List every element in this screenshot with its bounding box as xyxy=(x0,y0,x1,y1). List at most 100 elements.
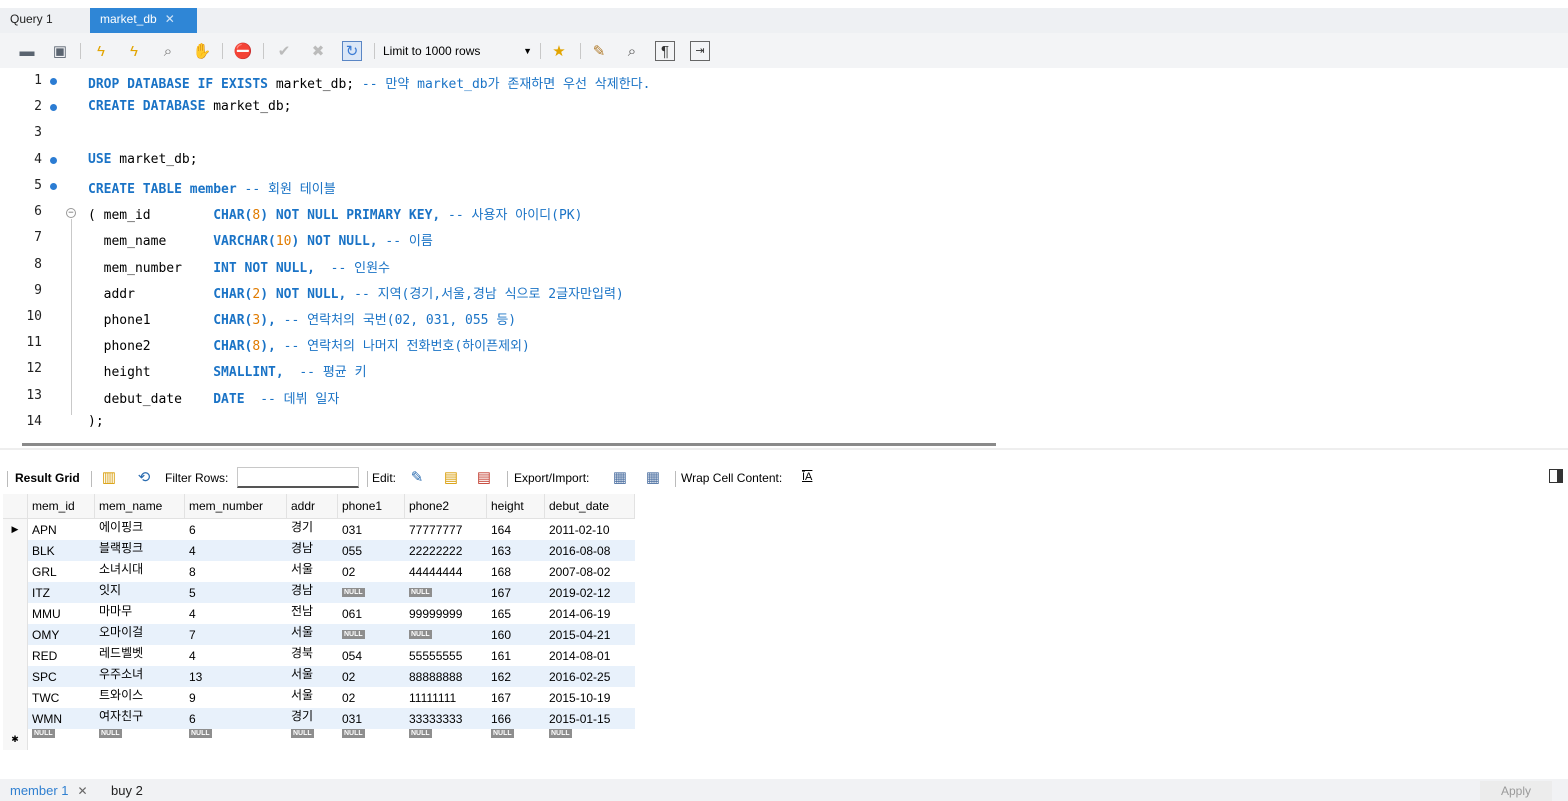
table-cell[interactable]: 우주소녀 xyxy=(94,666,185,687)
table-cell[interactable]: 트와이스 xyxy=(95,687,185,708)
table-cell[interactable]: 4 xyxy=(185,645,287,666)
execute-icon[interactable]: ϟ xyxy=(91,41,111,61)
table-cell[interactable]: 166 xyxy=(486,708,545,729)
invisible-chars-icon[interactable]: ¶ xyxy=(655,41,675,61)
table-cell[interactable]: 031 xyxy=(337,708,405,729)
table-cell[interactable]: 13 xyxy=(184,666,287,687)
table-cell[interactable]: 2007-08-02 xyxy=(545,561,635,582)
sql-editor[interactable]: 1 2 3 4 5 6 7 8 9 10 11 12 13 14 − DROP … xyxy=(0,68,1568,440)
toggle-side-panel-icon[interactable] xyxy=(1549,469,1563,483)
table-cell[interactable]: 88888888 xyxy=(404,666,487,687)
table-cell[interactable]: NULL xyxy=(405,729,487,750)
stop-icon[interactable]: ✋ xyxy=(192,41,212,61)
table-cell[interactable]: 163 xyxy=(486,540,545,561)
table-cell[interactable]: 서울 xyxy=(287,561,338,582)
table-cell[interactable]: ITZ xyxy=(27,582,95,603)
column-header[interactable]: mem_name xyxy=(94,494,185,519)
table-row[interactable]: GRL 소녀시대 8 서울 02 44444444 168 2007-08-02 xyxy=(3,561,635,582)
row-header[interactable]: ▶ xyxy=(3,518,28,540)
table-cell[interactable]: 054 xyxy=(338,645,405,666)
table-cell[interactable]: 경남 xyxy=(286,582,338,603)
table-cell[interactable]: NULL xyxy=(337,624,405,645)
row-header[interactable] xyxy=(3,666,28,687)
table-cell[interactable]: 44444444 xyxy=(405,561,487,582)
table-cell[interactable]: 경기 xyxy=(286,708,338,729)
table-cell[interactable]: 11111111 xyxy=(405,687,487,708)
autocommit-icon[interactable]: ↻ xyxy=(342,41,362,61)
table-cell[interactable]: NULL xyxy=(404,582,487,603)
table-cell[interactable]: 마마무 xyxy=(95,603,185,624)
table-cell[interactable]: 160 xyxy=(486,624,545,645)
table-cell[interactable]: 2014-08-01 xyxy=(545,645,635,666)
table-cell[interactable]: 6 xyxy=(184,708,287,729)
table-cell[interactable]: 061 xyxy=(338,603,405,624)
table-cell[interactable]: 오마이걸 xyxy=(94,624,185,645)
table-cell[interactable]: 02 xyxy=(338,687,405,708)
table-cell[interactable]: 서울 xyxy=(286,666,338,687)
table-cell[interactable]: 경남 xyxy=(286,540,338,561)
table-cell[interactable]: 소녀시대 xyxy=(95,561,185,582)
table-row[interactable]: OMY 오마이걸 7 서울 NULL NULL 160 2015-04-21 xyxy=(3,624,635,645)
close-tab-icon[interactable]: ✕ xyxy=(165,12,175,26)
table-cell[interactable]: 6 xyxy=(185,519,287,541)
row-header[interactable] xyxy=(3,624,28,645)
table-cell[interactable]: 2011-02-10 xyxy=(545,519,635,541)
export-icon[interactable]: ▦ xyxy=(610,468,630,488)
table-cell[interactable]: NULL xyxy=(287,729,338,750)
table-cell[interactable]: 22222222 xyxy=(404,540,487,561)
table-row[interactable]: SPC 우주소녀 13 서울 02 88888888 162 2016-02-25 xyxy=(3,666,635,687)
table-cell[interactable]: 2014-06-19 xyxy=(545,603,635,624)
open-folder-icon[interactable]: ▬ xyxy=(17,41,37,61)
table-cell[interactable]: 77777777 xyxy=(405,519,487,541)
table-cell[interactable]: 전남 xyxy=(287,603,338,624)
table-row[interactable]: TWC 트와이스 9 서울 02 11111111 167 2015-10-19 xyxy=(3,687,635,708)
table-row[interactable]: BLK 블랙핑크 4 경남 055 22222222 163 2016-08-08 xyxy=(3,540,635,561)
table-cell[interactable]: 2016-08-08 xyxy=(544,540,635,561)
table-cell[interactable]: 9 xyxy=(185,687,287,708)
wrap-icon[interactable]: ⇥ xyxy=(690,41,710,61)
apply-button[interactable]: Apply xyxy=(1480,781,1552,801)
table-cell[interactable]: NULL xyxy=(28,729,95,750)
wrap-cell-icon[interactable]: ĪA xyxy=(802,471,812,483)
result-tab-member-1[interactable]: member 1 ✕ xyxy=(10,783,88,798)
table-cell[interactable]: NULL xyxy=(404,624,487,645)
result-grid-tab[interactable]: Result Grid xyxy=(15,471,80,485)
table-cell[interactable]: 2016-02-25 xyxy=(544,666,635,687)
table-row[interactable]: MMU 마마무 4 전남 061 99999999 165 2014-06-19 xyxy=(3,603,635,624)
save-icon[interactable]: ▣ xyxy=(50,41,70,61)
column-header[interactable]: debut_date xyxy=(544,494,635,519)
table-cell[interactable]: 7 xyxy=(184,624,287,645)
table-cell[interactable]: 2019-02-12 xyxy=(544,582,635,603)
table-cell[interactable]: 여자친구 xyxy=(94,708,185,729)
row-header[interactable]: ✱ xyxy=(3,729,28,750)
table-cell[interactable]: 33333333 xyxy=(404,708,487,729)
table-cell[interactable]: 167 xyxy=(486,582,545,603)
table-cell[interactable]: NULL xyxy=(95,729,185,750)
row-header[interactable] xyxy=(3,582,28,603)
close-tab-icon[interactable]: ✕ xyxy=(78,784,88,798)
column-header[interactable]: phone2 xyxy=(404,494,487,519)
table-row[interactable]: ITZ 잇지 5 경남 NULL NULL 167 2019-02-12 xyxy=(3,582,635,603)
table-cell[interactable]: 5 xyxy=(184,582,287,603)
delete-row-icon[interactable]: ▤ xyxy=(474,468,494,488)
table-cell[interactable]: GRL xyxy=(28,561,95,582)
row-header[interactable] xyxy=(3,708,28,729)
tab-market-db[interactable]: market_db ✕ xyxy=(90,8,197,33)
table-cell[interactable]: 162 xyxy=(486,666,545,687)
table-cell[interactable]: NULL xyxy=(487,729,545,750)
editor-horizontal-scrollbar[interactable] xyxy=(22,443,996,446)
table-cell[interactable]: 167 xyxy=(487,687,545,708)
table-cell[interactable]: 164 xyxy=(487,519,545,541)
table-cell[interactable]: 2015-10-19 xyxy=(545,687,635,708)
table-cell[interactable]: OMY xyxy=(27,624,95,645)
insert-row-icon[interactable]: ▤ xyxy=(441,468,461,488)
table-cell[interactable]: NULL xyxy=(545,729,635,750)
panel-splitter[interactable] xyxy=(0,448,1568,450)
row-header[interactable] xyxy=(3,561,28,582)
table-cell[interactable]: BLK xyxy=(27,540,95,561)
table-cell[interactable]: 레드벨벳 xyxy=(95,645,185,666)
table-cell[interactable]: 서울 xyxy=(286,624,338,645)
refresh-icon[interactable]: ⟲ xyxy=(134,468,154,488)
result-tab-buy-2[interactable]: buy 2 xyxy=(111,783,143,798)
execute-current-icon[interactable]: ϟ xyxy=(124,41,144,61)
